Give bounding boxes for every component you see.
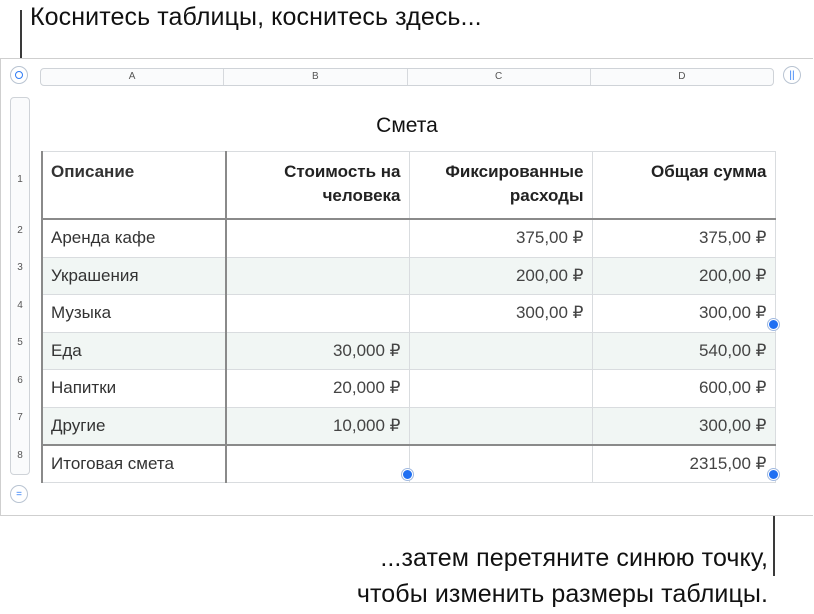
column-header-c[interactable]: C	[408, 69, 591, 85]
budget-table[interactable]: Описание Стоимость на человека Фиксирова…	[41, 151, 776, 483]
table-cell[interactable]: Украшения	[41, 256, 227, 295]
table-cell[interactable]: Еда	[41, 331, 227, 370]
add-column-button[interactable]: ||	[783, 66, 801, 84]
column-header-b[interactable]: B	[224, 69, 408, 85]
table-row: Еда 30,000 ₽ 540,00 ₽	[41, 331, 776, 370]
header-cell[interactable]: Фиксированные расходы	[408, 151, 593, 220]
row-header-1[interactable]: 1	[11, 174, 29, 185]
table-cell[interactable]	[408, 444, 593, 483]
table-cell[interactable]	[408, 406, 593, 446]
table-cell[interactable]: 20,000 ₽	[225, 369, 410, 408]
header-cell[interactable]: Описание	[41, 151, 227, 220]
header-cell[interactable]: Стоимость на человека	[225, 151, 410, 220]
table-cell[interactable]: 10,000 ₽	[225, 406, 410, 446]
row-header-2[interactable]: 2	[11, 225, 29, 236]
column-header-bar[interactable]: A B C D	[40, 68, 774, 86]
table-row: Музыка 300,00 ₽ 300,00 ₽	[41, 294, 776, 333]
table-cell[interactable]	[225, 218, 410, 258]
table-title[interactable]: Смета	[40, 114, 774, 138]
add-row-button[interactable]: =	[10, 485, 28, 503]
table-cell[interactable]	[225, 294, 410, 333]
pause-bars-icon: ||	[789, 69, 795, 81]
table-cell[interactable]: Итоговая смета	[41, 444, 227, 483]
table-cell[interactable]	[225, 444, 410, 483]
row-header-8[interactable]: 8	[11, 450, 29, 461]
table-cell[interactable]: 300,00 ₽	[408, 294, 593, 333]
callout-bottom-line-1: ...затем перетяните синюю точку,	[380, 544, 768, 572]
table-cell[interactable]: 200,00 ₽	[408, 256, 593, 295]
table-cell[interactable]: Другие	[41, 406, 227, 446]
header-cell[interactable]: Общая сумма	[591, 151, 776, 220]
table-row: Украшения 200,00 ₽ 200,00 ₽	[41, 256, 776, 295]
resize-handle-bottom[interactable]	[402, 469, 413, 480]
table-row: Напитки 20,000 ₽ 600,00 ₽	[41, 369, 776, 408]
row-header-3[interactable]: 3	[11, 262, 29, 273]
circle-icon	[15, 71, 23, 79]
table-cell[interactable]	[408, 369, 593, 408]
table-cell[interactable]: 300,00 ₽	[591, 294, 776, 333]
select-table-button[interactable]	[10, 66, 28, 84]
table-cell[interactable]: 600,00 ₽	[591, 369, 776, 408]
table-cell[interactable]	[408, 331, 593, 370]
table-cell[interactable]: 540,00 ₽	[591, 331, 776, 370]
table-cell[interactable]	[225, 256, 410, 295]
table-cell[interactable]: 200,00 ₽	[591, 256, 776, 295]
row-header-6[interactable]: 6	[11, 375, 29, 386]
row-header-5[interactable]: 5	[11, 337, 29, 348]
instruction-callout-bottom: ...затем перетяните синюю точку, чтобы и…	[357, 540, 768, 612]
column-header-a[interactable]: A	[41, 69, 225, 85]
row-header-7[interactable]: 7	[11, 412, 29, 423]
table-cell[interactable]: Аренда кафе	[41, 218, 227, 258]
callout-leader-line-top	[20, 10, 22, 62]
table-header-row: Описание Стоимость на человека Фиксирова…	[41, 151, 776, 220]
table-row: Аренда кафе 375,00 ₽ 375,00 ₽	[41, 218, 776, 258]
table-cell[interactable]: 375,00 ₽	[591, 218, 776, 258]
instruction-callout-top: Коснитесь таблицы, коснитесь здесь...	[30, 3, 482, 31]
table-cell[interactable]: 2315,00 ₽	[591, 444, 776, 483]
column-header-d[interactable]: D	[591, 69, 773, 85]
row-header-4[interactable]: 4	[11, 300, 29, 311]
table-cell[interactable]: Напитки	[41, 369, 227, 408]
table-cell[interactable]: Музыка	[41, 294, 227, 333]
table-cell[interactable]: 375,00 ₽	[408, 218, 593, 258]
resize-handle-corner[interactable]	[768, 469, 779, 480]
table-row: Другие 10,000 ₽ 300,00 ₽	[41, 406, 776, 446]
table-cell[interactable]: 30,000 ₽	[225, 331, 410, 370]
callout-bottom-line-2: чтобы изменить размеры таблицы.	[356, 580, 768, 608]
row-header-bar[interactable]: 1 2 3 4 5 6 7 8	[10, 97, 30, 475]
resize-handle-right[interactable]	[768, 319, 779, 330]
table-cell[interactable]: 300,00 ₽	[591, 406, 776, 446]
equals-icon: =	[16, 488, 22, 500]
